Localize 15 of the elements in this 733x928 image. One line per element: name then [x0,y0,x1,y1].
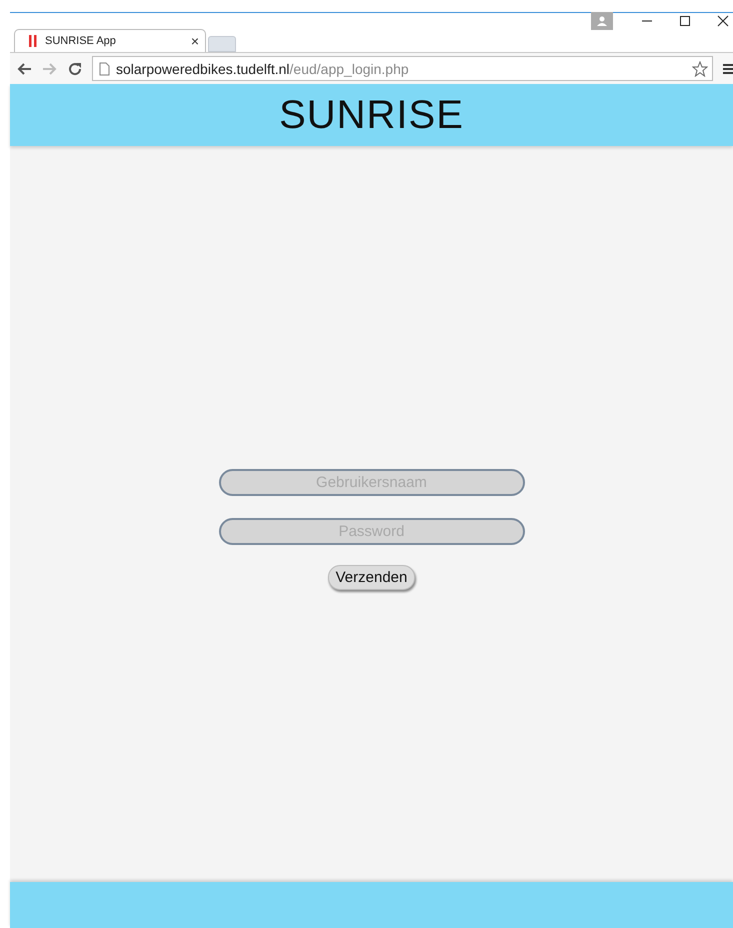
close-icon[interactable] [717,15,729,27]
star-icon[interactable] [692,60,708,76]
page-icon [99,62,110,76]
address-bar[interactable]: solarpoweredbikes.tudelft.nl/eud/app_login.php [92,56,713,81]
app-title: SUNRISE [279,92,464,138]
reload-icon[interactable] [68,62,82,76]
favicon-icon [29,35,37,47]
submit-button[interactable]: Verzenden [328,564,416,590]
browser-tab[interactable]: SUNRISE App × [14,29,206,52]
tab-title: SUNRISE App [45,35,117,47]
url-text: solarpoweredbikes.tudelft.nl/eud/app_login.php [116,60,410,76]
menu-icon[interactable] [723,62,733,74]
back-icon[interactable] [16,62,32,76]
close-tab-button[interactable]: × [190,33,199,49]
maximize-icon[interactable] [679,15,691,27]
